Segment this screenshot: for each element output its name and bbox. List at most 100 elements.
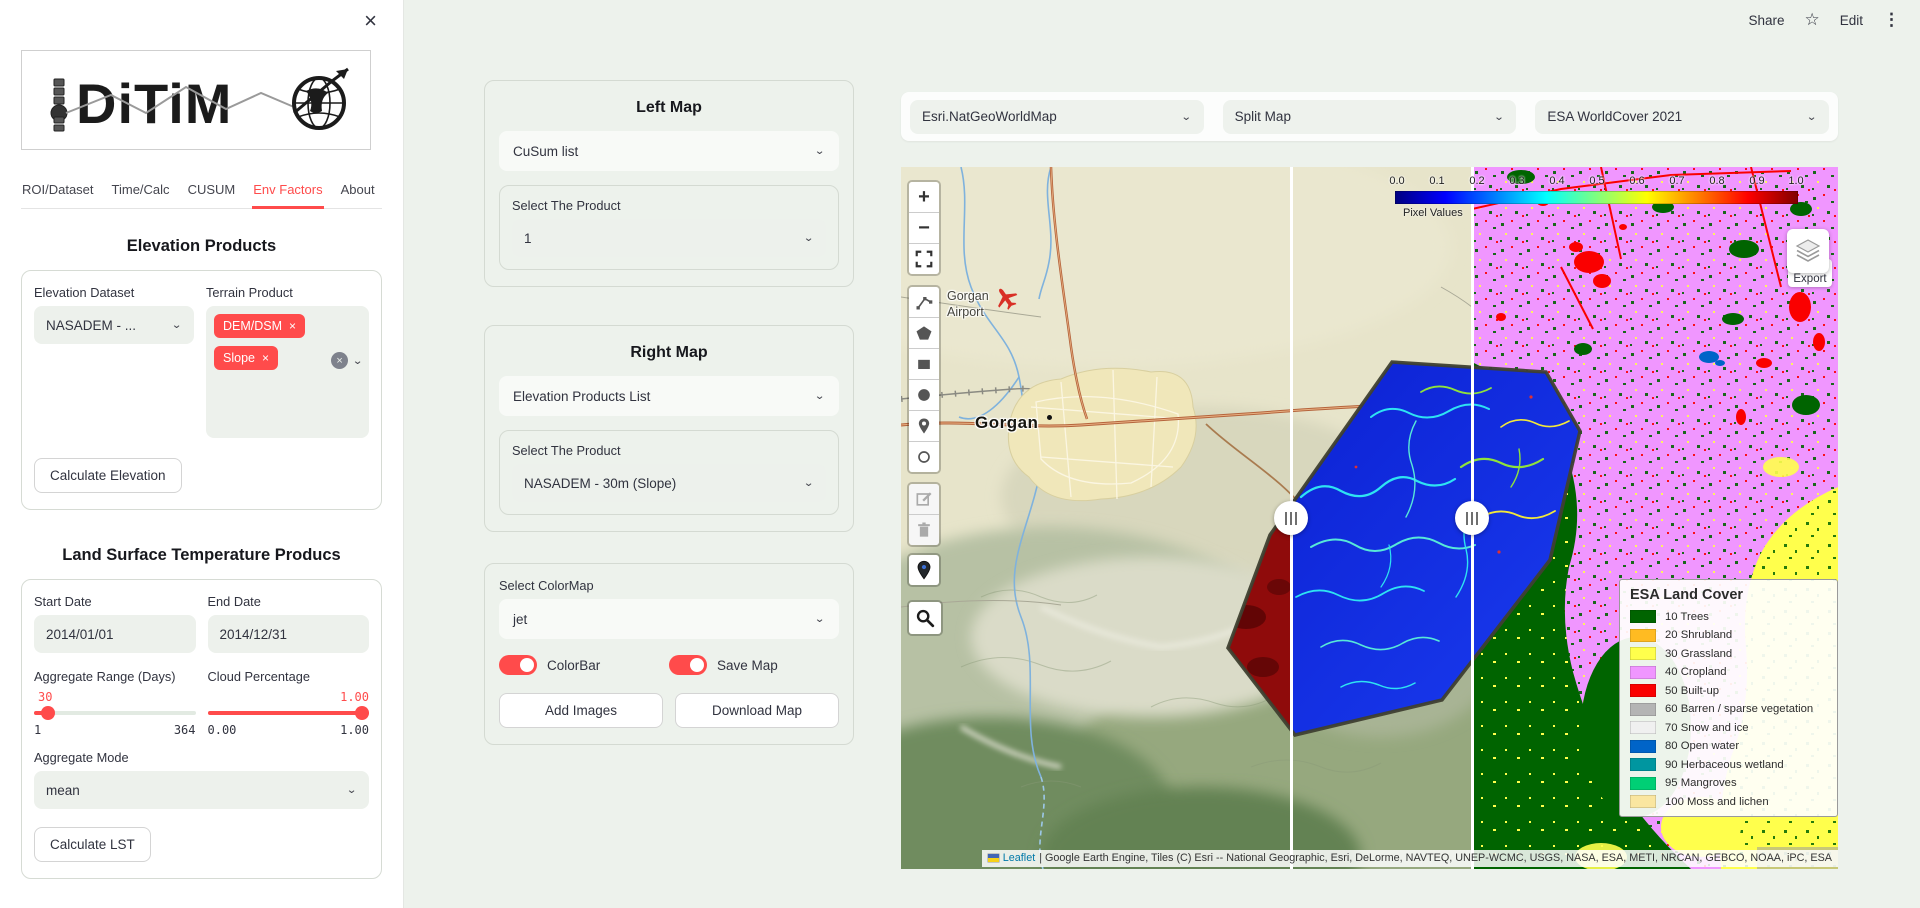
overlay-select[interactable]: ESA WorldCover 2021 ⌄ bbox=[1535, 100, 1829, 134]
legend-swatch bbox=[1630, 629, 1656, 642]
add-images-button[interactable]: Add Images bbox=[499, 693, 663, 728]
share-button[interactable]: Share bbox=[1748, 13, 1784, 28]
colorbar-tick: 0.9 bbox=[1749, 175, 1764, 187]
fullscreen-button[interactable] bbox=[909, 244, 939, 274]
slider-min: 0.00 bbox=[208, 723, 237, 737]
star-icon[interactable]: ☆ bbox=[1804, 10, 1819, 30]
aggregate-range-label: Aggregate Range (Days) bbox=[34, 669, 196, 684]
right-map-source-select[interactable]: Elevation Products List ⌄ bbox=[499, 376, 839, 416]
legend-label: 30 Grassland bbox=[1665, 648, 1732, 660]
chip-label: Slope bbox=[223, 351, 255, 365]
airport-icon bbox=[993, 285, 1019, 311]
aggregate-range-slider[interactable]: 30 1 364 bbox=[34, 690, 196, 736]
colormap-select[interactable]: jet ⌄ bbox=[499, 599, 839, 639]
select-product-label: Select The Product bbox=[512, 443, 826, 458]
savemap-toggle-label: Save Map bbox=[717, 658, 778, 673]
chevron-down-icon: ⌄ bbox=[346, 784, 357, 797]
chip-remove-icon[interactable]: × bbox=[289, 319, 296, 333]
split-handle-left[interactable] bbox=[1274, 501, 1308, 535]
draw-polygon-button[interactable] bbox=[909, 318, 939, 349]
chevron-down-icon[interactable]: ⌄ bbox=[352, 354, 363, 367]
clear-all-icon[interactable]: × bbox=[331, 352, 348, 369]
chip-remove-icon[interactable]: × bbox=[262, 351, 269, 365]
left-map-product-card: Select The Product 1 ⌄ bbox=[499, 185, 839, 270]
edit-layers-button[interactable] bbox=[909, 484, 939, 515]
draw-marker-button[interactable] bbox=[909, 411, 939, 442]
trash-icon bbox=[914, 520, 934, 540]
end-date-field[interactable]: 2014/12/31 bbox=[208, 615, 370, 653]
draw-circlemarker-button[interactable] bbox=[909, 442, 939, 472]
legend-row: 60 Barren / sparse vegetation bbox=[1630, 703, 1827, 716]
elevation-dataset-select[interactable]: NASADEM - ... ⌄ bbox=[34, 306, 194, 344]
zoom-in-button[interactable]: + bbox=[909, 182, 939, 213]
left-map-product-value: 1 bbox=[524, 231, 532, 246]
draw-rectangle-button[interactable] bbox=[909, 349, 939, 380]
slider-thumb[interactable] bbox=[41, 706, 55, 720]
leaflet-link[interactable]: Leaflet bbox=[1003, 852, 1035, 864]
savemap-toggle[interactable] bbox=[669, 655, 707, 675]
left-map-source-select[interactable]: CuSum list ⌄ bbox=[499, 131, 839, 171]
colorbar-tick: 0.3 bbox=[1509, 175, 1524, 187]
search-button[interactable] bbox=[909, 602, 941, 634]
globe-icon bbox=[294, 69, 348, 128]
legend-swatch bbox=[1630, 647, 1656, 660]
right-map-product-select[interactable]: NASADEM - 30m (Slope) ⌄ bbox=[512, 464, 826, 502]
colorbar-toggle[interactable] bbox=[499, 655, 537, 675]
search-icon bbox=[914, 607, 936, 629]
search-tool bbox=[907, 600, 943, 636]
draw-circle-button[interactable] bbox=[909, 380, 939, 411]
left-map-product-select[interactable]: 1 ⌄ bbox=[512, 219, 826, 257]
right-map-panel: Right Map Elevation Products List ⌄ Sele… bbox=[484, 325, 854, 532]
map-mode-select[interactable]: Split Map ⌄ bbox=[1223, 100, 1517, 134]
elevation-card: Elevation Dataset NASADEM - ... ⌄ Terrai… bbox=[21, 270, 382, 510]
left-map-panel: Left Map CuSum list ⌄ Select The Product… bbox=[484, 80, 854, 287]
left-map-title: Left Map bbox=[499, 99, 839, 117]
download-map-button[interactable]: Download Map bbox=[675, 693, 839, 728]
layers-control[interactable] bbox=[1787, 229, 1829, 273]
tab-about[interactable]: About bbox=[340, 176, 376, 208]
draw-polyline-button[interactable] bbox=[909, 287, 939, 318]
legend-label: 70 Snow and ice bbox=[1665, 722, 1749, 734]
polyline-icon bbox=[914, 292, 934, 312]
legend-label: 100 Moss and lichen bbox=[1665, 796, 1769, 808]
aggregate-mode-select[interactable]: mean ⌄ bbox=[34, 771, 369, 809]
legend-label: 40 Cropland bbox=[1665, 666, 1727, 678]
calculate-elevation-button[interactable]: Calculate Elevation bbox=[34, 458, 182, 493]
edit-button[interactable]: Edit bbox=[1840, 13, 1863, 28]
left-map-source-value: CuSum list bbox=[513, 144, 578, 159]
slider-thumb[interactable] bbox=[355, 706, 369, 720]
legend-swatch bbox=[1630, 795, 1656, 808]
city-label: Gorgan bbox=[975, 413, 1038, 433]
kebab-menu-icon[interactable]: ⋮ bbox=[1883, 10, 1900, 30]
cloud-percentage-slider[interactable]: 1.00 0.00 1.00 bbox=[208, 690, 370, 736]
legend-row: 80 Open water bbox=[1630, 740, 1827, 753]
colormap-label: Select ColorMap bbox=[499, 578, 839, 593]
split-map[interactable]: 0.0 0.1 0.2 0.3 0.4 0.5 0.6 0.7 0.8 0.9 … bbox=[901, 167, 1838, 869]
zoom-control: + − bbox=[907, 180, 941, 276]
basemap-select[interactable]: Esri.NatGeoWorldMap ⌄ bbox=[910, 100, 1204, 134]
elevation-heading: Elevation Products bbox=[0, 237, 403, 256]
map-attribution: Leaflet | Google Earth Engine, Tiles (C)… bbox=[982, 850, 1838, 867]
marker-tool-button[interactable] bbox=[909, 555, 939, 585]
chip-dem-dsm[interactable]: DEM/DSM × bbox=[214, 314, 305, 338]
map-header-bar: Esri.NatGeoWorldMap ⌄ Split Map ⌄ ESA Wo… bbox=[901, 92, 1838, 141]
legend-label: 80 Open water bbox=[1665, 740, 1739, 752]
zoom-out-button[interactable]: − bbox=[909, 213, 939, 244]
tab-roi-dataset[interactable]: ROI/Dataset bbox=[21, 176, 95, 208]
chip-slope[interactable]: Slope × bbox=[214, 346, 278, 370]
tab-cusum[interactable]: CUSUM bbox=[187, 176, 237, 208]
terrain-product-multiselect[interactable]: DEM/DSM × Slope × × ⌄ bbox=[206, 306, 369, 438]
basemap-value: Esri.NatGeoWorldMap bbox=[922, 109, 1057, 124]
delete-layers-button[interactable] bbox=[909, 515, 939, 545]
calculate-lst-button[interactable]: Calculate LST bbox=[34, 827, 151, 862]
sidebar-close-icon[interactable]: × bbox=[364, 10, 377, 32]
start-date-field[interactable]: 2014/01/01 bbox=[34, 615, 196, 653]
legend-label: 10 Trees bbox=[1665, 611, 1709, 623]
split-handle-right[interactable] bbox=[1455, 501, 1489, 535]
legend-label: 90 Herbaceous wetland bbox=[1665, 759, 1784, 771]
polygon-icon bbox=[914, 323, 934, 343]
colorbar-tick: 0.1 bbox=[1429, 175, 1444, 187]
tab-time-calc[interactable]: Time/Calc bbox=[111, 176, 171, 208]
elevation-dataset-label: Elevation Dataset bbox=[34, 285, 194, 300]
tab-env-factors[interactable]: Env Factors bbox=[252, 176, 323, 209]
